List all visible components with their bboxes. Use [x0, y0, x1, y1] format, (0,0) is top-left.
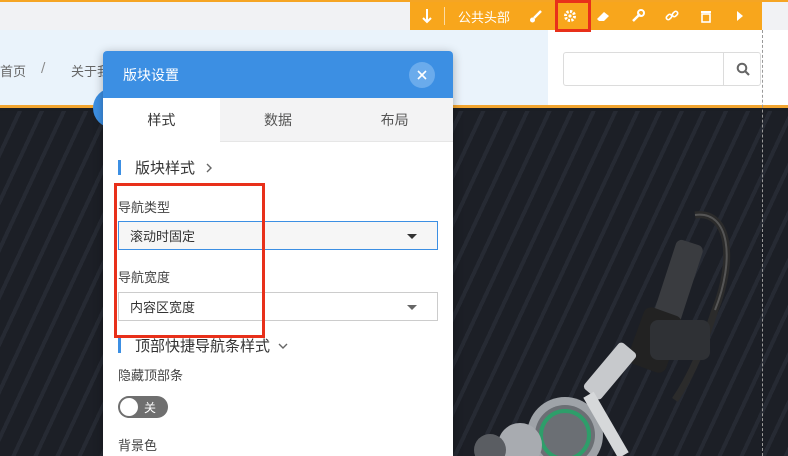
- annotation-highlight-box: [114, 183, 265, 338]
- search-button[interactable]: [723, 52, 761, 86]
- brush-icon: [530, 10, 542, 23]
- tab-style[interactable]: 样式: [103, 98, 220, 142]
- tab-data[interactable]: 数据: [219, 98, 337, 142]
- active-toolbar-highlight: [555, 0, 591, 32]
- section-topbar-label: 顶部快捷导航条样式: [135, 337, 271, 355]
- product-image: [474, 211, 731, 456]
- expand-button[interactable]: [723, 2, 757, 30]
- delete-button[interactable]: [689, 2, 723, 30]
- hide-topbar-label: 隐藏顶部条: [118, 369, 184, 384]
- play-icon: [737, 11, 743, 21]
- breadcrumb-separator: /: [41, 61, 46, 76]
- chevron-right-icon: [206, 163, 213, 172]
- section-topbar[interactable]: 顶部快捷导航条样式: [118, 335, 288, 356]
- toggle-knob: [120, 398, 138, 416]
- section-bar: [118, 160, 121, 175]
- toolbar-separator: [444, 7, 445, 25]
- tools-button[interactable]: [621, 2, 655, 30]
- caret-down-icon: [407, 305, 417, 310]
- trash-icon: [701, 11, 711, 23]
- breadcrumb-home[interactable]: 首页: [0, 61, 26, 80]
- close-icon: [417, 70, 427, 80]
- style-button[interactable]: [519, 2, 553, 30]
- dialog-title: 版块设置: [123, 67, 179, 84]
- section-block-style[interactable]: 版块样式: [118, 157, 213, 178]
- eraser-icon: [597, 12, 609, 21]
- search-icon: [736, 62, 750, 76]
- tab-layout[interactable]: 布局: [336, 98, 453, 142]
- toggle-text: 关: [144, 401, 157, 415]
- bg-color-label: 背景色: [118, 439, 158, 454]
- unlink-button[interactable]: [655, 2, 689, 30]
- chevron-down-icon: [278, 343, 288, 349]
- dialog-tabs: 样式 数据 布局: [103, 98, 453, 142]
- hide-topbar-toggle[interactable]: 关: [118, 396, 168, 418]
- unlink-icon: [665, 10, 679, 21]
- guide-line: [762, 30, 763, 456]
- caret-down-icon: [407, 234, 417, 239]
- close-button[interactable]: [409, 62, 435, 88]
- dialog-header: 版块设置: [103, 51, 453, 98]
- wrench-icon: [632, 9, 645, 22]
- erase-button[interactable]: [587, 2, 621, 30]
- download-icon: [422, 9, 432, 24]
- public-header-button[interactable]: 公共头部: [449, 2, 519, 30]
- section-bar: [118, 338, 121, 353]
- section-block-style-label: 版块样式: [135, 159, 196, 177]
- download-button[interactable]: [414, 2, 440, 30]
